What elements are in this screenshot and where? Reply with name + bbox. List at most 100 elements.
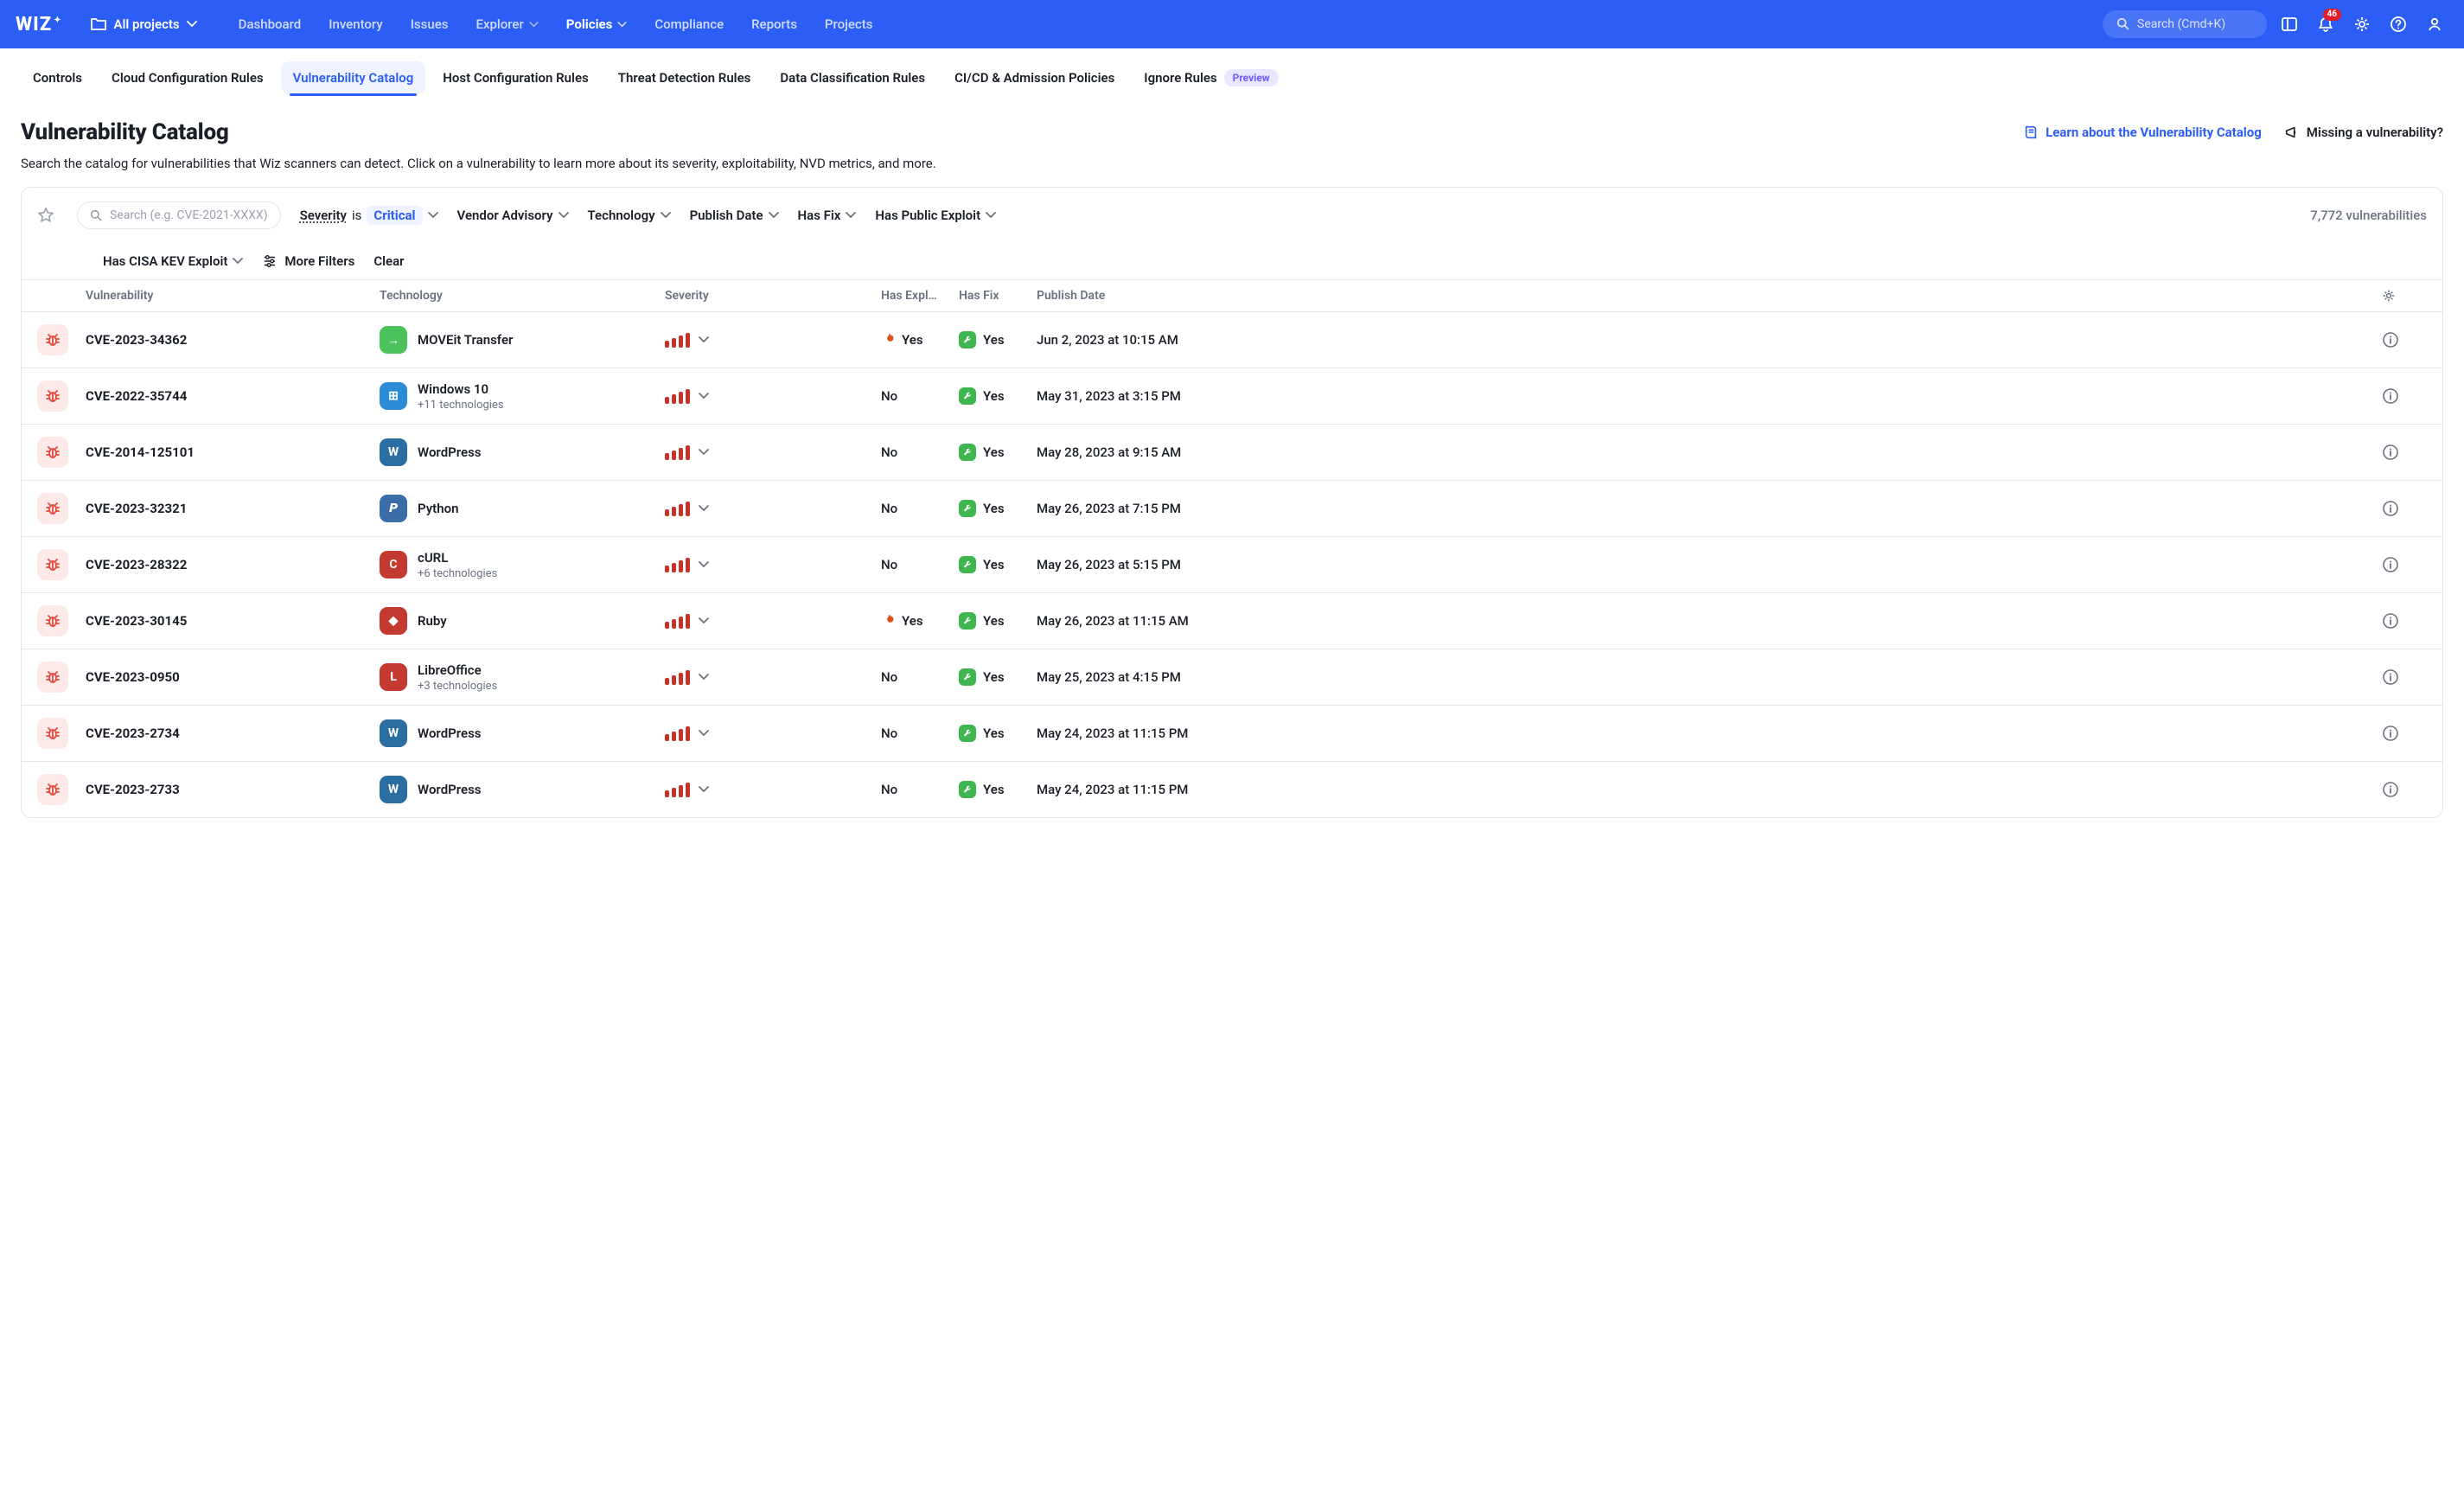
missing-vuln-link[interactable]: Missing a vulnerability? (2284, 125, 2443, 140)
notifications-button[interactable]: 46 (2312, 10, 2340, 38)
nav-item-inventory[interactable]: Inventory (316, 10, 394, 39)
subtab-controls[interactable]: Controls (21, 61, 94, 94)
severity-cell[interactable] (665, 614, 881, 629)
has-fix: Yes (959, 444, 1037, 461)
filter-severity-is: is (352, 208, 361, 223)
row-info-button[interactable] (2382, 444, 2427, 461)
brand-logo[interactable]: WIZ ✦ (16, 14, 69, 35)
clear-filters-button[interactable]: Clear (373, 253, 404, 269)
severity-cell[interactable] (665, 783, 881, 797)
subtab-cloud-configuration-rules[interactable]: Cloud Configuration Rules (99, 61, 276, 94)
vuln-id: CVE-2023-0950 (86, 669, 380, 685)
filter-bar: Search (e.g. CVE-2021-XXXX) Severity is … (22, 188, 2442, 279)
subtab-label: Controls (33, 70, 82, 86)
chevron-down-icon (699, 505, 709, 512)
subtab-label: Vulnerability Catalog (293, 70, 414, 86)
vuln-id: CVE-2023-2734 (86, 726, 380, 741)
has-fix: Yes (959, 556, 1037, 573)
book-icon (2023, 125, 2039, 140)
chevron-down-icon (699, 674, 709, 681)
global-search[interactable]: Search (Cmd+K) (2103, 10, 2267, 38)
nav-item-projects[interactable]: Projects (813, 10, 885, 39)
settings-button[interactable] (2348, 10, 2376, 38)
table-row[interactable]: CVE-2014-125101WWordPressNoYesMay 28, 20… (22, 424, 2442, 480)
filter-label: Has Public Exploit (875, 208, 980, 223)
subtab-ci-cd-admission-policies[interactable]: CI/CD & Admission Policies (942, 61, 1127, 94)
wrench-icon (959, 387, 976, 405)
table-row[interactable]: CVE-2023-2734WWordPressNoYesMay 24, 2023… (22, 705, 2442, 761)
info-icon (2382, 556, 2399, 573)
tech-cell: WWordPress (380, 719, 665, 747)
panel-toggle-button[interactable] (2276, 10, 2303, 38)
chevron-down-icon (699, 730, 709, 737)
severity-cell[interactable] (665, 502, 881, 516)
filter-cisa-kev[interactable]: Has CISA KEV Exploit (103, 253, 243, 269)
help-button[interactable] (2384, 10, 2412, 38)
vuln-id: CVE-2023-28322 (86, 557, 380, 572)
severity-cell[interactable] (665, 333, 881, 348)
subtab-ignore-rules[interactable]: Ignore RulesPreview (1132, 61, 1290, 95)
severity-cell[interactable] (665, 726, 881, 741)
table-row[interactable]: CVE-2023-30145◆RubyYesYesMay 26, 2023 at… (22, 592, 2442, 649)
project-switcher[interactable]: All projects (81, 10, 206, 38)
vuln-id: CVE-2022-35744 (86, 388, 380, 404)
subtab-threat-detection-rules[interactable]: Threat Detection Rules (606, 61, 763, 94)
table-row[interactable]: CVE-2022-35744⊞Windows 10+11 technologie… (22, 368, 2442, 424)
favorite-toggle[interactable] (34, 203, 58, 227)
severity-cell[interactable] (665, 670, 881, 685)
more-filters-button[interactable]: More Filters (262, 253, 354, 269)
row-info-button[interactable] (2382, 725, 2427, 742)
row-info-button[interactable] (2382, 781, 2427, 798)
subtab-label: CI/CD & Admission Policies (954, 70, 1114, 86)
subtab-data-classification-rules[interactable]: Data Classification Rules (768, 61, 937, 94)
has-exploit: Yes (881, 332, 959, 348)
row-info-button[interactable] (2382, 500, 2427, 517)
nav-item-explorer[interactable]: Explorer (463, 10, 550, 39)
table-row[interactable]: CVE-2023-0950LLibreOffice+3 technologies… (22, 649, 2442, 705)
filter-label: Publish Date (690, 208, 763, 223)
tech-sub: +3 technologies (418, 680, 497, 693)
learn-link[interactable]: Learn about the Vulnerability Catalog (2023, 125, 2262, 140)
row-info-button[interactable] (2382, 556, 2427, 573)
row-info-button[interactable] (2382, 612, 2427, 630)
nav-item-compliance[interactable]: Compliance (642, 10, 736, 39)
has-exploit: No (881, 444, 959, 460)
column-settings-button[interactable] (2382, 289, 2427, 303)
severity-bars-icon (665, 502, 690, 516)
severity-cell[interactable] (665, 558, 881, 572)
vuln-id: CVE-2023-34362 (86, 332, 380, 348)
severity-bars-icon (665, 445, 690, 460)
nav-item-policies[interactable]: Policies (554, 10, 640, 39)
table-row[interactable]: CVE-2023-2733WWordPressNoYesMay 24, 2023… (22, 761, 2442, 817)
row-info-button[interactable] (2382, 387, 2427, 405)
subtab-vulnerability-catalog[interactable]: Vulnerability Catalog (281, 61, 426, 94)
filter-vendor-advisory[interactable]: Vendor Advisory (457, 208, 569, 223)
severity-bars-icon (665, 558, 690, 572)
search-icon (2116, 17, 2130, 31)
nav-item-issues[interactable]: Issues (399, 10, 461, 39)
filter-has-public-exploit[interactable]: Has Public Exploit (875, 208, 996, 223)
table-row[interactable]: CVE-2023-32321𝙋PythonNoYesMay 26, 2023 a… (22, 480, 2442, 536)
nav-item-label: Compliance (654, 16, 724, 32)
filter-technology[interactable]: Technology (588, 208, 671, 223)
severity-cell[interactable] (665, 389, 881, 404)
table-row[interactable]: CVE-2023-28322CcURL+6 technologiesNoYesM… (22, 536, 2442, 592)
nav-item-dashboard[interactable]: Dashboard (227, 10, 314, 39)
severity-cell[interactable] (665, 445, 881, 460)
filter-has-fix[interactable]: Has Fix (798, 208, 857, 223)
account-button[interactable] (2421, 10, 2448, 38)
tech-cell: ⊞Windows 10+11 technologies (380, 381, 665, 412)
filter-publish-date[interactable]: Publish Date (690, 208, 779, 223)
row-info-button[interactable] (2382, 331, 2427, 348)
row-info-button[interactable] (2382, 668, 2427, 686)
filter-severity[interactable]: Severity is Critical (300, 206, 438, 225)
severity-bars-icon (665, 389, 690, 404)
chevron-down-icon (699, 393, 709, 400)
catalog-search[interactable]: Search (e.g. CVE-2021-XXXX) (77, 201, 281, 229)
nav-item-reports[interactable]: Reports (739, 10, 809, 39)
publish-date: May 25, 2023 at 4:15 PM (1037, 669, 2382, 685)
table-row[interactable]: CVE-2023-34362→MOVEit TransferYesYesJun … (22, 311, 2442, 368)
bug-icon (37, 662, 68, 693)
has-fix: Yes (959, 725, 1037, 742)
subtab-host-configuration-rules[interactable]: Host Configuration Rules (431, 61, 600, 94)
